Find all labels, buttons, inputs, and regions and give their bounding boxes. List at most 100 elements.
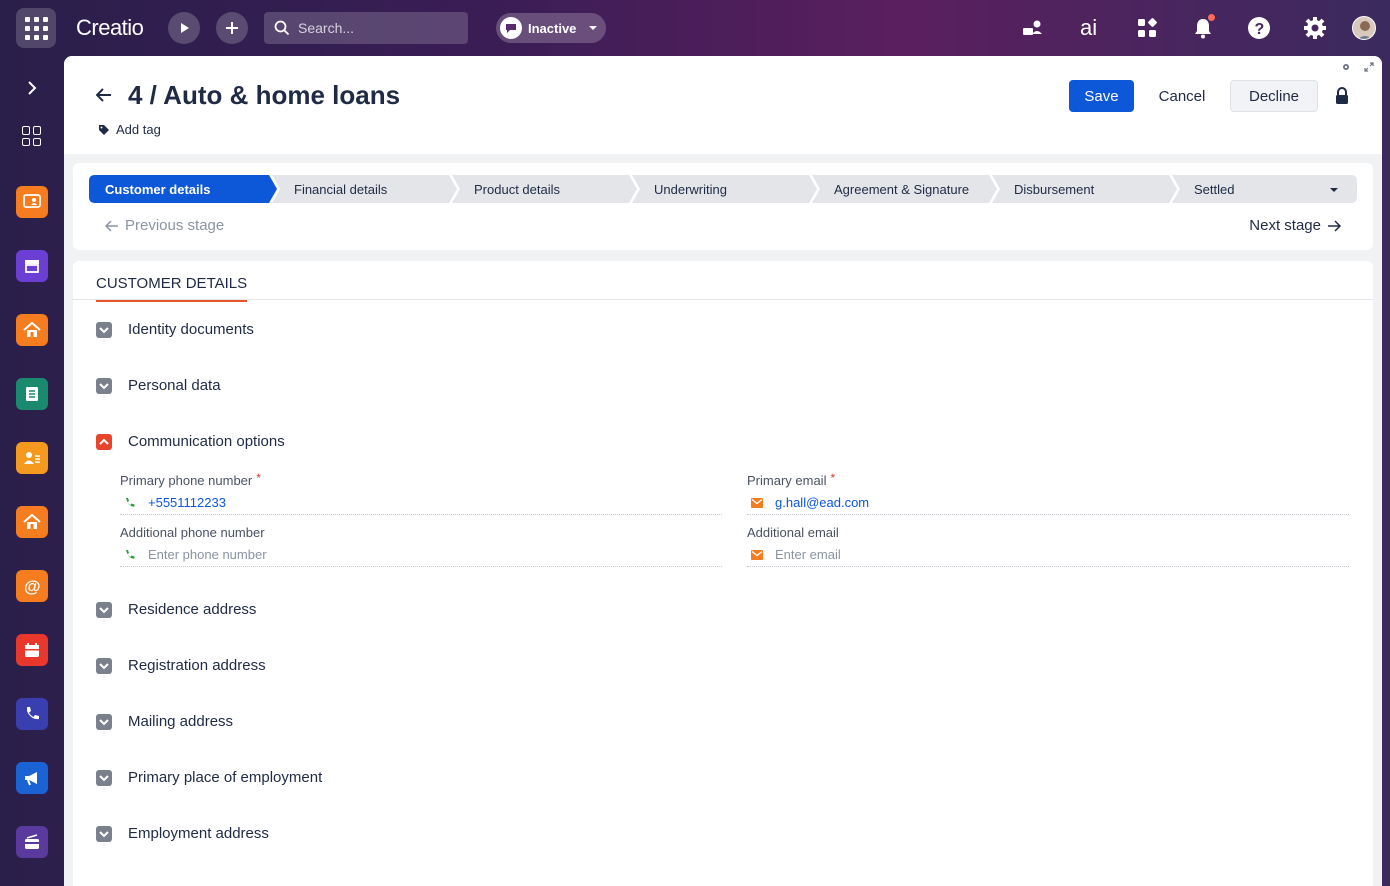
stage-label: Agreement & Signature xyxy=(834,181,970,197)
megaphone-icon xyxy=(25,772,37,786)
tab-customer-details[interactable]: CUSTOMER DETAILS xyxy=(96,275,248,302)
stage-bar: Customer details Financial details Produ… xyxy=(89,175,1357,203)
sidebar-app-people[interactable] xyxy=(16,442,48,474)
primary-email-link[interactable]: g.hall@ead.com xyxy=(775,495,869,510)
additional-email-field: Additional email xyxy=(747,525,1349,567)
group-mailing-address[interactable]: Mailing address xyxy=(96,713,233,730)
add-tag-button[interactable]: Add tag xyxy=(98,122,161,137)
chevron-up-icon xyxy=(96,433,112,450)
group-title: Personal data xyxy=(128,377,221,394)
group-employment-address[interactable]: Employment address xyxy=(96,825,269,842)
phone-icon[interactable] xyxy=(124,497,136,509)
svg-text:?: ? xyxy=(1255,21,1265,38)
search-input[interactable] xyxy=(298,20,448,36)
back-button[interactable] xyxy=(94,85,114,105)
previous-stage-label: Previous stage xyxy=(125,217,225,234)
envelope-icon[interactable] xyxy=(751,549,763,560)
expand-icon[interactable] xyxy=(1364,62,1374,72)
chevron-down-icon xyxy=(96,657,112,674)
apps-marketplace-button[interactable] xyxy=(1133,14,1161,42)
tag-icon xyxy=(99,124,109,135)
help-button[interactable]: ? xyxy=(1245,14,1273,42)
stage-agreement-signature[interactable]: Agreement & Signature xyxy=(812,175,997,203)
stage-label: Customer details xyxy=(105,181,211,197)
stage-financial-details[interactable]: Financial details xyxy=(272,175,457,203)
at-icon: @ xyxy=(24,577,41,595)
group-title: Registration address xyxy=(128,657,266,674)
page-title: 4 / Auto & home loans xyxy=(128,80,401,110)
sidebar-app-marketing[interactable] xyxy=(16,762,48,794)
primary-email-field: Primary email * g.hall@ead.com xyxy=(747,472,1349,515)
user-avatar[interactable] xyxy=(1352,16,1376,40)
arrow-right-icon xyxy=(1328,219,1341,232)
play-icon xyxy=(181,23,189,33)
svg-text:ai: ai xyxy=(1080,17,1097,39)
sidebar-app-calendar[interactable] xyxy=(16,634,48,666)
stage-customer-details[interactable]: Customer details xyxy=(89,175,277,203)
stage-disbursement[interactable]: Disbursement xyxy=(992,175,1177,203)
sidebar-app-contacts[interactable] xyxy=(16,186,48,218)
caret-down-icon[interactable] xyxy=(1329,185,1339,195)
group-title: Employment address xyxy=(128,825,269,842)
run-process-button[interactable] xyxy=(168,12,200,44)
save-button[interactable]: Save xyxy=(1069,80,1134,112)
sidebar-app-shop[interactable] xyxy=(16,250,48,282)
chevron-down-icon xyxy=(96,713,112,730)
sidebar-app-email[interactable]: @ xyxy=(16,570,48,602)
chat-status-icon xyxy=(500,17,522,39)
status-dropdown[interactable]: Inactive xyxy=(496,13,606,43)
sidebar-app-home[interactable] xyxy=(16,314,48,346)
primary-phone-link[interactable]: +5551112233 xyxy=(148,495,226,510)
group-identity-documents[interactable]: Identity documents xyxy=(96,321,254,338)
stage-product-details[interactable]: Product details xyxy=(452,175,637,203)
chevron-right-icon xyxy=(28,81,37,95)
global-search[interactable] xyxy=(264,12,468,44)
stage-label: Product details xyxy=(474,181,560,197)
sidebar-app-calls[interactable] xyxy=(16,698,48,730)
home-icon xyxy=(23,513,41,529)
stage-progress-card: Customer details Financial details Produ… xyxy=(73,163,1373,250)
status-label: Inactive xyxy=(528,20,577,36)
notifications-button[interactable] xyxy=(1189,14,1217,42)
ledger-icon xyxy=(26,387,38,401)
field-label: Additional phone number xyxy=(120,525,265,540)
remote-assist-button[interactable] xyxy=(1019,14,1047,42)
envelope-icon[interactable] xyxy=(751,497,763,508)
stage-label: Underwriting xyxy=(654,181,727,197)
sidebar-app-cards[interactable] xyxy=(16,826,48,858)
additional-email-input[interactable] xyxy=(775,547,1175,562)
home-icon xyxy=(23,321,41,337)
sidebar-app-ledger[interactable] xyxy=(16,378,48,410)
stage-underwriting[interactable]: Underwriting xyxy=(632,175,817,203)
svg-text:@: @ xyxy=(24,577,41,595)
panel-settings-icon[interactable] xyxy=(1341,62,1351,72)
phone-icon[interactable] xyxy=(124,549,136,561)
group-personal-data[interactable]: Personal data xyxy=(96,377,221,394)
sidebar-app-properties[interactable] xyxy=(16,506,48,538)
add-new-button[interactable] xyxy=(216,12,248,44)
previous-stage-button[interactable]: Previous stage xyxy=(105,217,224,234)
next-stage-button[interactable]: Next stage xyxy=(1249,217,1341,234)
all-apps-icon[interactable] xyxy=(22,126,42,146)
cancel-button[interactable]: Cancel xyxy=(1146,80,1218,112)
stage-label: Settled xyxy=(1194,181,1235,197)
creatio-logo: Creatio xyxy=(76,15,144,40)
shop-icon xyxy=(25,260,39,273)
settings-button[interactable] xyxy=(1301,14,1329,42)
group-primary-place-of-employment[interactable]: Primary place of employment xyxy=(96,769,322,786)
left-sidebar: @ xyxy=(0,56,64,886)
group-communication-options[interactable]: Communication options xyxy=(96,433,285,450)
group-residence-address[interactable]: Residence address xyxy=(96,601,256,618)
decline-button[interactable]: Decline xyxy=(1230,80,1318,112)
ai-assistant-button[interactable]: ai xyxy=(1076,14,1108,42)
group-registration-address[interactable]: Registration address xyxy=(96,657,266,674)
additional-phone-input[interactable] xyxy=(148,547,548,562)
lock-icon[interactable] xyxy=(1334,87,1350,105)
stage-settled[interactable]: Settled xyxy=(1172,175,1357,203)
app-launcher-button[interactable] xyxy=(16,8,56,48)
expand-sidebar-button[interactable] xyxy=(20,76,44,100)
chevron-down-icon xyxy=(96,377,112,394)
primary-phone-field: Primary phone number * +5551112233 xyxy=(120,472,722,515)
tab-divider xyxy=(73,299,1373,300)
record-page: 4 / Auto & home loans Add tag Save Cance… xyxy=(64,56,1382,886)
